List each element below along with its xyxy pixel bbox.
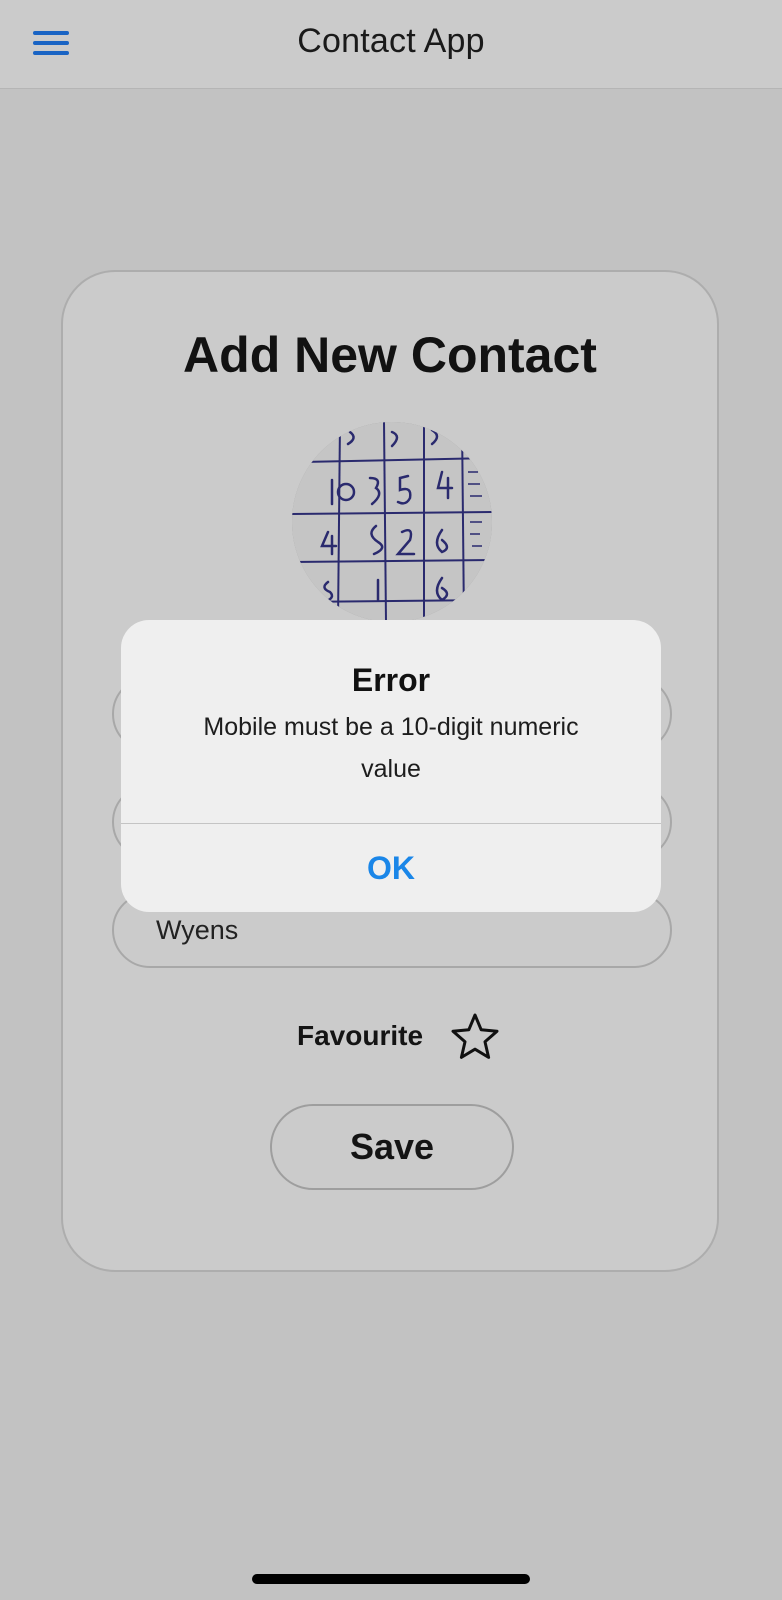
save-button[interactable]: Save — [270, 1104, 514, 1190]
favourite-label: Favourite — [297, 1020, 424, 1051]
home-indicator[interactable] — [252, 1574, 530, 1584]
screen: Contact App Add New Contact Wyens Favour… — [0, 0, 782, 1600]
contact-photo-avatar[interactable] — [292, 422, 492, 622]
handwritten-grid-photo — [292, 422, 492, 622]
alert-ok-button[interactable]: OK — [121, 824, 661, 912]
favourite-row: Favourite — [63, 1012, 717, 1062]
error-alert-dialog: Error Mobile must be a 10-digit numeric … — [121, 620, 661, 912]
top-app-bar: Contact App — [0, 0, 782, 89]
alert-title: Error — [351, 662, 431, 698]
alert-message: Mobile must be a 10-digit numeric value — [203, 713, 579, 783]
app-title: Contact App — [297, 22, 485, 60]
form-title: Add New Contact — [183, 327, 597, 383]
star-outline-icon[interactable] — [450, 1012, 500, 1060]
